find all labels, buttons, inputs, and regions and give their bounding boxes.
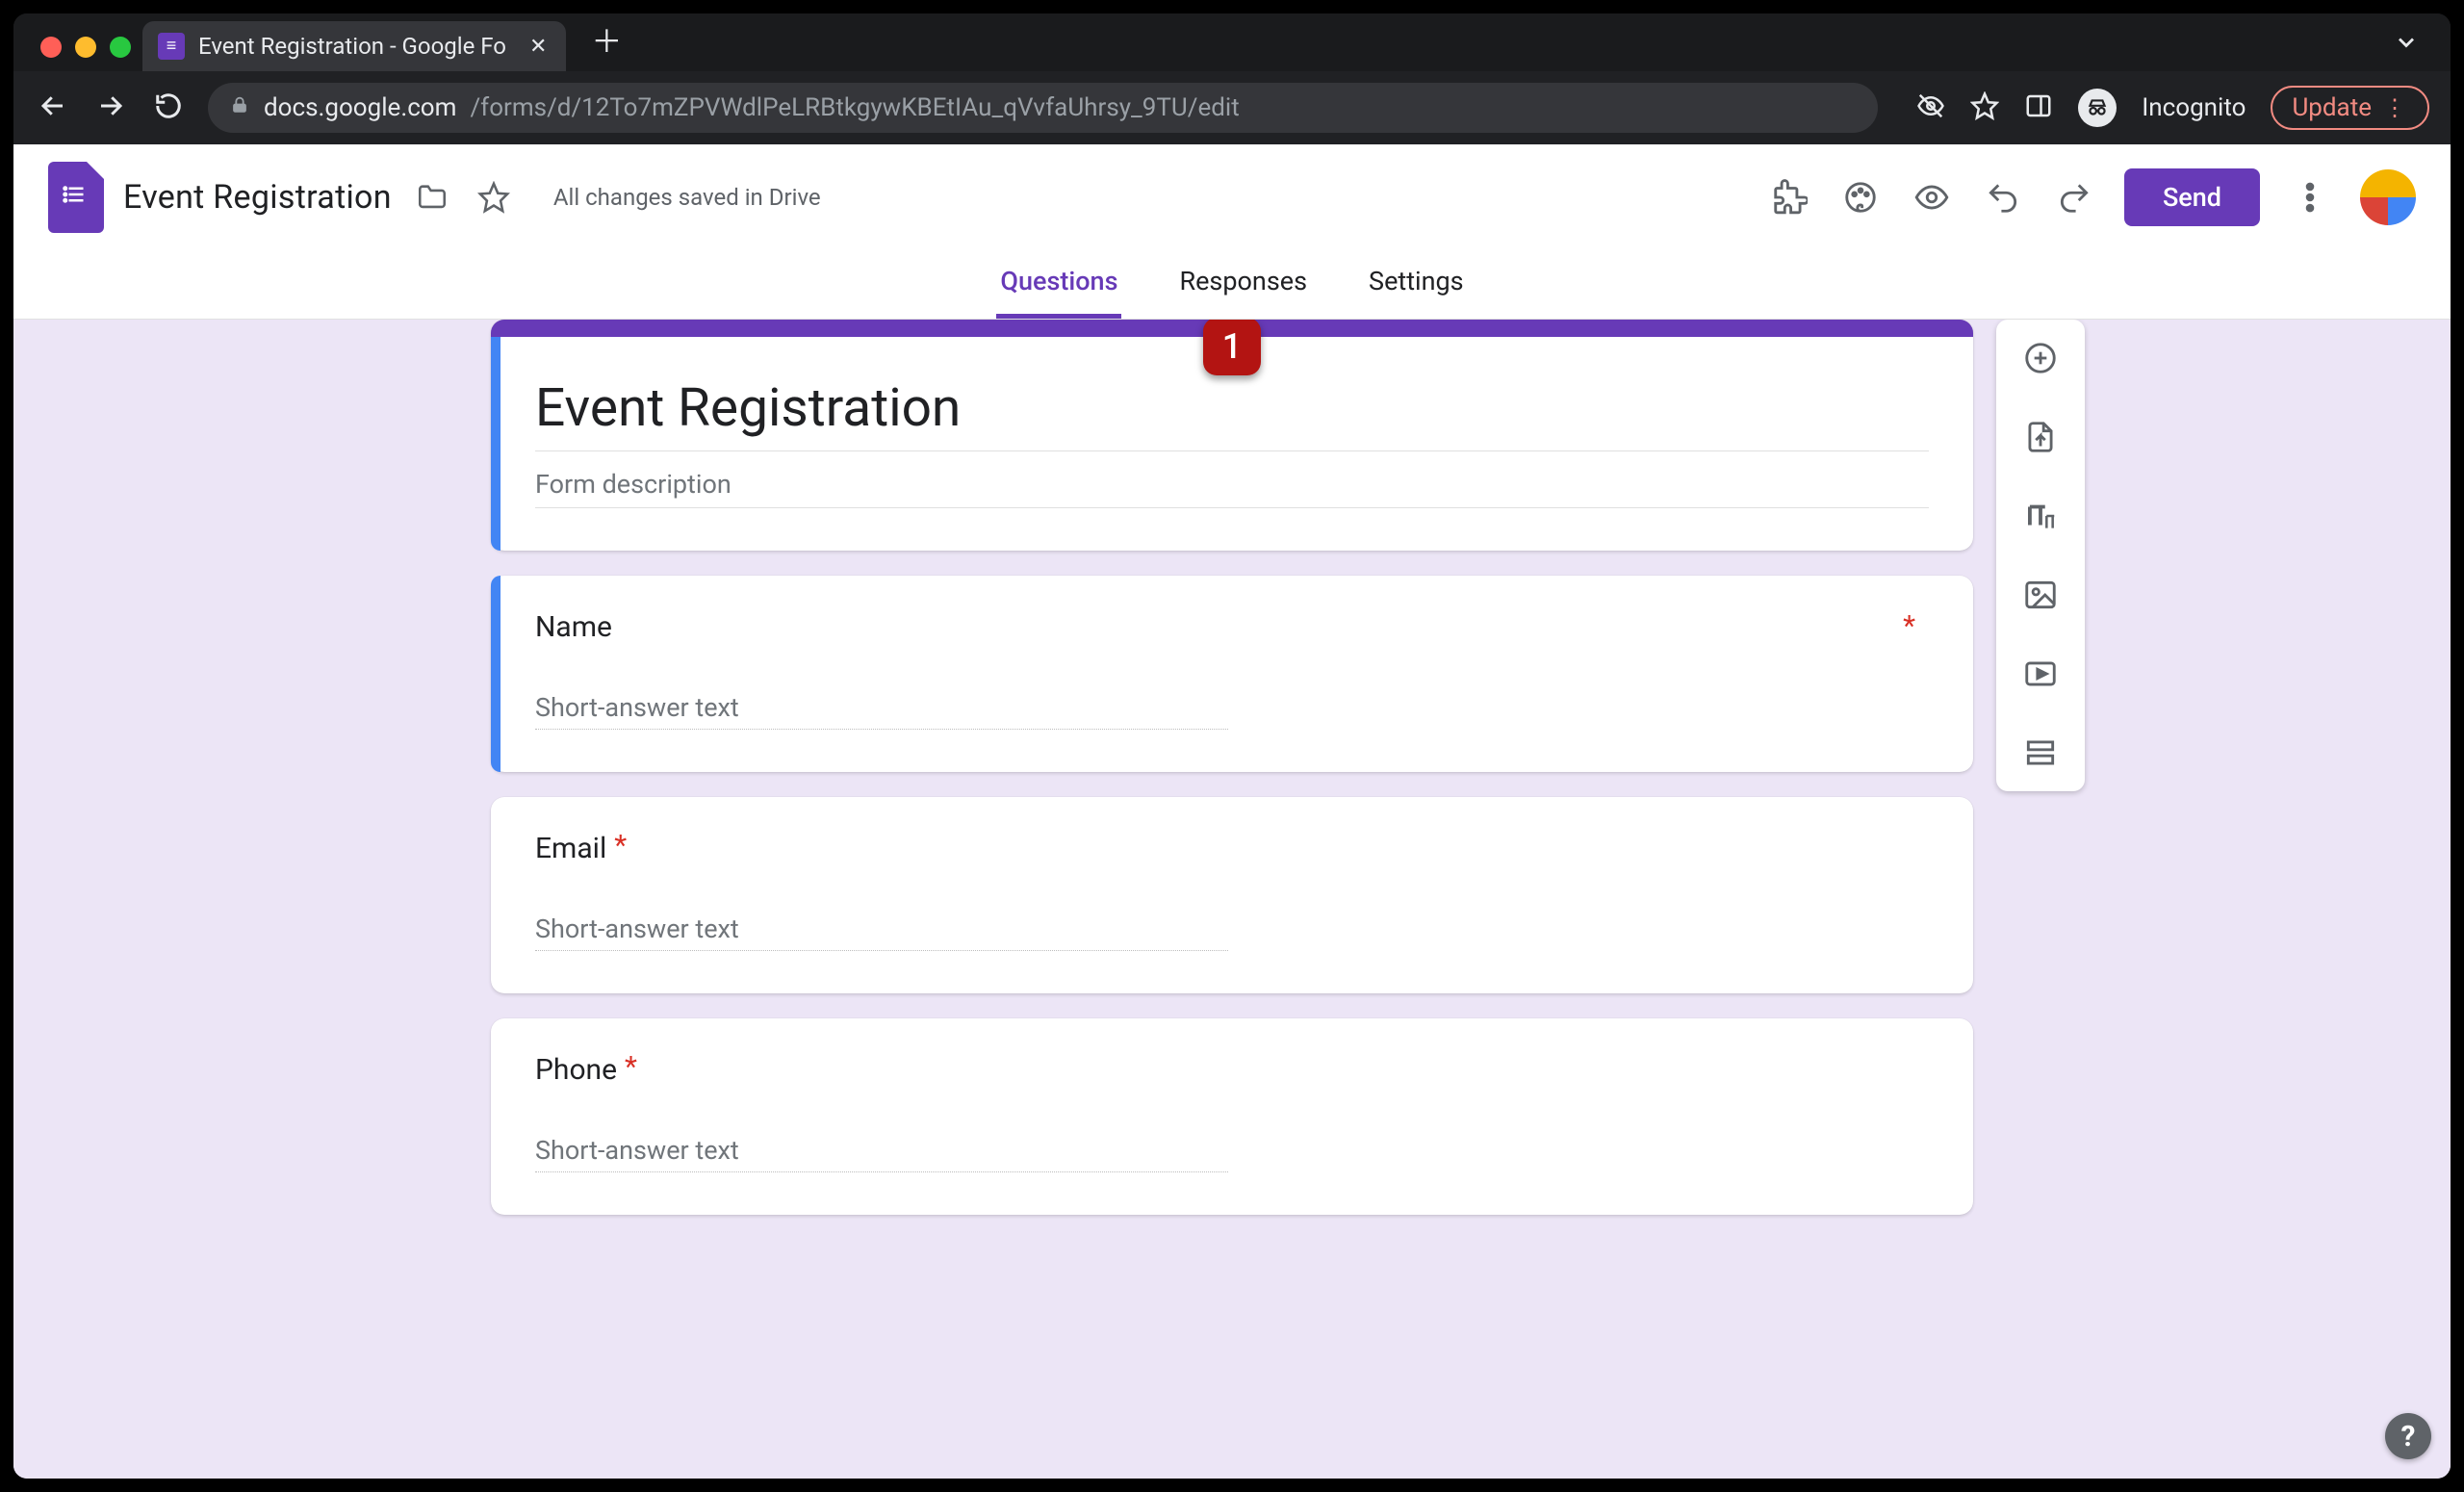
tracking-protection-icon[interactable] bbox=[1916, 91, 1945, 124]
update-label: Update bbox=[2292, 93, 2372, 122]
redo-button[interactable] bbox=[2053, 176, 2095, 219]
answer-type: Short-answer text bbox=[535, 1127, 1228, 1172]
browser-tab[interactable]: ≡ Event Registration - Google Fo ✕ bbox=[142, 21, 566, 71]
url-path: /forms/d/12To7mZPVWdlPeLRBtkgywKBEtIAu_q… bbox=[470, 93, 1239, 122]
more-options-button[interactable] bbox=[2289, 176, 2331, 219]
annotation-callout-1: 1 bbox=[1203, 320, 1261, 375]
question-label: Phone bbox=[535, 1053, 617, 1087]
help-button[interactable]: ? bbox=[2385, 1413, 2431, 1459]
window-close-button[interactable] bbox=[40, 37, 62, 58]
customize-theme-button[interactable] bbox=[1839, 176, 1882, 219]
lock-icon bbox=[229, 93, 250, 122]
question-toolbar bbox=[1996, 320, 2085, 791]
required-indicator: * bbox=[614, 832, 627, 861]
add-title-button[interactable] bbox=[2007, 491, 2074, 541]
forms-header: Event Registration All changes saved in … bbox=[13, 144, 2451, 237]
nav-back-button[interactable] bbox=[35, 91, 71, 124]
add-section-button[interactable] bbox=[2007, 728, 2074, 778]
toolbar-right: Incognito Update ⋮ bbox=[1916, 86, 2429, 130]
form-name[interactable]: Event Registration bbox=[123, 178, 392, 217]
tab-questions[interactable]: Questions bbox=[996, 254, 1121, 319]
answer-type: Short-answer text bbox=[535, 906, 1228, 951]
question-title: Phone * bbox=[535, 1053, 1929, 1087]
forms-tabs: Questions Responses Settings bbox=[13, 254, 2451, 320]
tab-favicon: ≡ bbox=[158, 33, 185, 60]
browser-window: ≡ Event Registration - Google Fo ✕ ＋ doc… bbox=[13, 13, 2451, 1479]
addons-button[interactable] bbox=[1768, 176, 1810, 219]
import-questions-button[interactable] bbox=[2007, 412, 2074, 462]
add-question-button[interactable] bbox=[2007, 333, 2074, 383]
preview-button[interactable] bbox=[1911, 176, 1953, 219]
star-button[interactable] bbox=[473, 176, 515, 219]
add-image-button[interactable] bbox=[2007, 570, 2074, 620]
tab-settings[interactable]: Settings bbox=[1365, 254, 1468, 319]
header-actions: Send bbox=[1768, 168, 2416, 226]
form-title-input[interactable] bbox=[535, 372, 1929, 451]
tabs-overflow-button[interactable] bbox=[2393, 29, 2439, 71]
nav-reload-button[interactable] bbox=[150, 91, 187, 124]
tab-responses[interactable]: Responses bbox=[1175, 254, 1311, 319]
save-status: All changes saved in Drive bbox=[553, 184, 821, 211]
page-content: Event Registration All changes saved in … bbox=[13, 144, 2451, 1479]
form-description-input[interactable] bbox=[535, 451, 1929, 508]
question-title: Name bbox=[535, 610, 1929, 644]
bookmark-star-icon[interactable] bbox=[1970, 91, 1999, 124]
form-column: 1 Name * Short-answer text bbox=[491, 320, 1973, 1215]
window-maximize-button[interactable] bbox=[110, 37, 131, 58]
undo-button[interactable] bbox=[1982, 176, 2024, 219]
browser-tabstrip: ≡ Event Registration - Google Fo ✕ ＋ bbox=[13, 13, 2451, 71]
side-panel-icon[interactable] bbox=[2024, 91, 2053, 124]
window-controls bbox=[25, 37, 142, 71]
account-avatar[interactable] bbox=[2360, 169, 2416, 225]
move-to-folder-button[interactable] bbox=[411, 176, 453, 219]
browser-menu-icon: ⋮ bbox=[2383, 94, 2408, 121]
window-minimize-button[interactable] bbox=[75, 37, 96, 58]
required-indicator: * bbox=[1903, 612, 1915, 641]
new-tab-button[interactable]: ＋ bbox=[566, 17, 643, 71]
browser-update-button[interactable]: Update ⋮ bbox=[2271, 86, 2429, 130]
tab-title: Event Registration - Google Fo bbox=[198, 33, 506, 60]
url-domain: docs.google.com bbox=[264, 93, 456, 122]
send-button[interactable]: Send bbox=[2124, 168, 2260, 226]
question-card-phone[interactable]: Phone * Short-answer text bbox=[491, 1018, 1973, 1215]
incognito-label: Incognito bbox=[2142, 93, 2246, 122]
question-label: Name bbox=[535, 610, 612, 644]
question-card-name[interactable]: Name * Short-answer text bbox=[491, 576, 1973, 772]
answer-type: Short-answer text bbox=[535, 684, 1228, 730]
form-canvas: 1 Name * Short-answer text bbox=[13, 320, 2451, 1479]
question-card-email[interactable]: Email * Short-answer text bbox=[491, 797, 1973, 993]
incognito-icon[interactable] bbox=[2078, 89, 2117, 127]
tab-close-button[interactable]: ✕ bbox=[520, 35, 547, 59]
address-bar[interactable]: docs.google.com/forms/d/12To7mZPVWdlPeLR… bbox=[208, 83, 1878, 133]
forms-logo-icon bbox=[62, 180, 90, 215]
nav-forward-button[interactable] bbox=[92, 91, 129, 124]
add-video-button[interactable] bbox=[2007, 649, 2074, 699]
question-title: Email * bbox=[535, 832, 1929, 865]
google-forms-logo[interactable] bbox=[48, 162, 104, 233]
required-indicator: * bbox=[625, 1053, 637, 1082]
question-label: Email bbox=[535, 832, 606, 865]
browser-toolbar: docs.google.com/forms/d/12To7mZPVWdlPeLR… bbox=[13, 71, 2451, 144]
